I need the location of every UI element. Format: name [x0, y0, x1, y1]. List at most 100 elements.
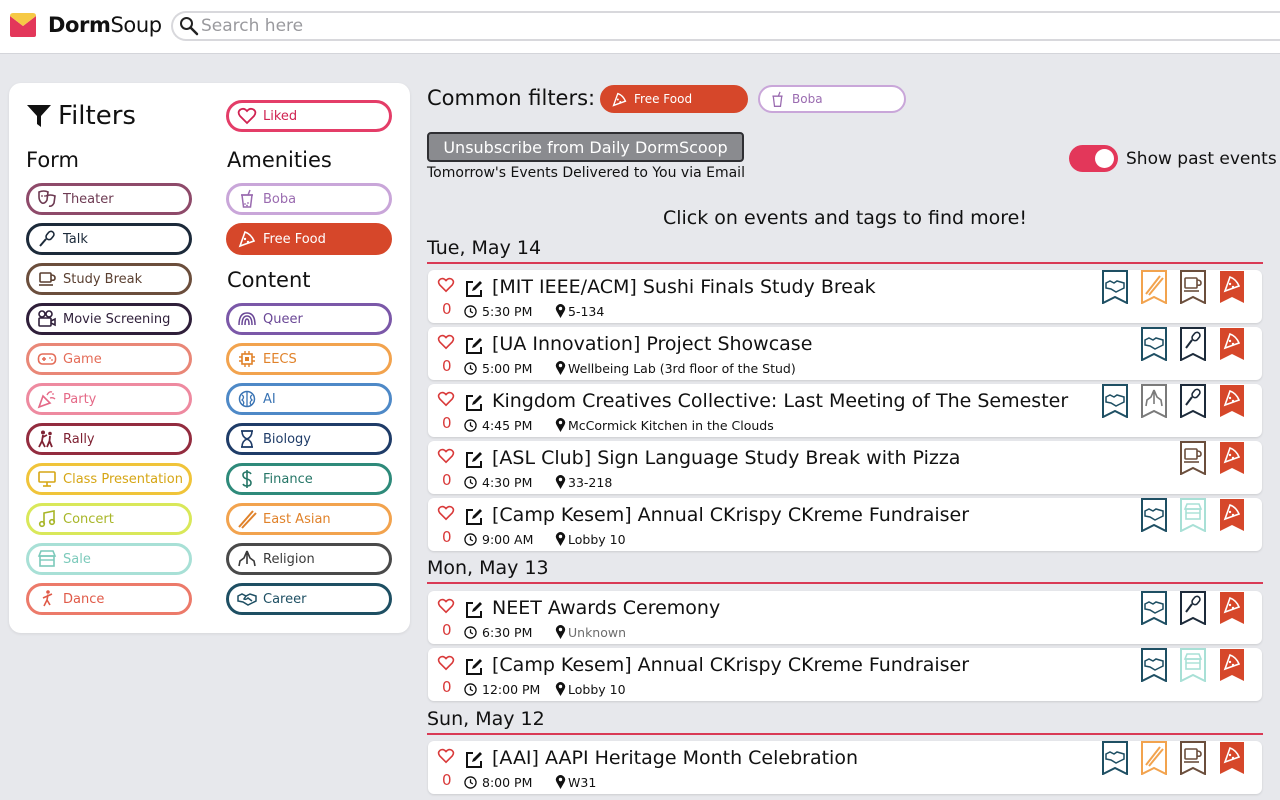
filter-boba-label: Boba	[263, 191, 297, 207]
event-card[interactable]: 0 [UA Innovation] Project Showcase 5:00 …	[428, 327, 1262, 380]
career-tag-icon[interactable]	[1102, 741, 1128, 775]
edit-icon[interactable]	[464, 393, 484, 413]
filter-career[interactable]: Career	[226, 583, 392, 615]
filter-biology[interactable]: Biology	[226, 423, 392, 455]
sale-tag-icon[interactable]	[1180, 498, 1206, 532]
search-input[interactable]	[201, 16, 1101, 36]
talk-tag-icon[interactable]	[1180, 591, 1206, 625]
event-title[interactable]: Kingdom Creatives Collective: Last Meeti…	[492, 390, 1068, 412]
career-tag-icon[interactable]	[1141, 648, 1167, 682]
career-tag-icon[interactable]	[1102, 270, 1128, 304]
career-tag-icon[interactable]	[1102, 384, 1128, 418]
filter-concert[interactable]: Concert	[26, 503, 192, 535]
religion-tag-icon[interactable]	[1141, 384, 1167, 418]
event-card[interactable]: 0 [MIT IEEE/ACM] Sushi Finals Study Brea…	[428, 270, 1262, 323]
event-location[interactable]: Unknown	[568, 625, 626, 640]
filter-religion[interactable]: Religion	[226, 543, 392, 575]
event-card[interactable]: 0 [Camp Kesem] Annual CKrispy CKreme Fun…	[428, 498, 1262, 551]
event-card[interactable]: 0 [AAI] AAPI Heritage Month Celebration …	[428, 741, 1262, 794]
filter-boba[interactable]: Boba	[226, 183, 392, 215]
filter-party[interactable]: Party	[26, 383, 192, 415]
free-food-tag-icon[interactable]	[1219, 441, 1245, 475]
event-title[interactable]: [AAI] AAPI Heritage Month Celebration	[492, 747, 858, 769]
filter-free-food[interactable]: Free Food	[226, 223, 392, 255]
filter-study-break[interactable]: Study Break	[26, 263, 192, 295]
event-card[interactable]: 0 Kingdom Creatives Collective: Last Mee…	[428, 384, 1262, 437]
career-tag-icon[interactable]	[1141, 498, 1167, 532]
free-food-tag-icon[interactable]	[1219, 648, 1245, 682]
heart-icon[interactable]	[437, 334, 455, 350]
edit-icon[interactable]	[464, 336, 484, 356]
heart-icon[interactable]	[437, 598, 455, 614]
heart-icon[interactable]	[437, 277, 455, 293]
event-card[interactable]: 0 [Camp Kesem] Annual CKrispy CKreme Fun…	[428, 648, 1262, 701]
content-heading: Content	[227, 268, 311, 292]
east-asian-tag-icon[interactable]	[1141, 741, 1167, 775]
filter-movie-screening[interactable]: Movie Screening	[26, 303, 192, 335]
event-title[interactable]: [UA Innovation] Project Showcase	[492, 333, 812, 355]
heart-icon[interactable]	[437, 655, 455, 671]
filter-rally[interactable]: Rally	[26, 423, 192, 455]
edit-icon[interactable]	[464, 507, 484, 527]
edit-icon[interactable]	[464, 657, 484, 677]
edit-icon[interactable]	[464, 600, 484, 620]
edit-icon[interactable]	[464, 750, 484, 770]
filter-sale[interactable]: Sale	[26, 543, 192, 575]
filter-class-presentation[interactable]: Class Presentation	[26, 463, 192, 495]
event-title[interactable]: [Camp Kesem] Annual CKrispy CKreme Fundr…	[492, 654, 969, 676]
show-past-events-toggle[interactable]	[1069, 145, 1118, 172]
free-food-tag-icon[interactable]	[1219, 384, 1245, 418]
filter-finance[interactable]: Finance	[226, 463, 392, 495]
filter-game[interactable]: Game	[26, 343, 192, 375]
event-title[interactable]: [Camp Kesem] Annual CKrispy CKreme Fundr…	[492, 504, 969, 526]
filter-queer[interactable]: Queer	[226, 303, 392, 335]
free-food-tag-icon[interactable]	[1219, 270, 1245, 304]
event-location[interactable]: Lobby 10	[568, 682, 626, 697]
edit-icon[interactable]	[464, 450, 484, 470]
east-asian-tag-icon[interactable]	[1141, 270, 1167, 304]
career-tag-icon[interactable]	[1141, 327, 1167, 361]
event-location[interactable]: McCormick Kitchen in the Clouds	[568, 418, 774, 433]
common-filter-boba[interactable]: Boba	[758, 85, 906, 113]
event-location[interactable]: 5-134	[568, 304, 604, 319]
logo[interactable]: DormSoup	[8, 12, 162, 38]
filter-sale-label: Sale	[63, 551, 91, 567]
filter-talk[interactable]: Talk	[26, 223, 192, 255]
filter-theater[interactable]: Theater	[26, 183, 192, 215]
search-bar[interactable]	[171, 11, 1280, 41]
career-tag-icon[interactable]	[1141, 591, 1167, 625]
free-food-tag-icon[interactable]	[1219, 327, 1245, 361]
edit-icon[interactable]	[464, 279, 484, 299]
study-break-tag-icon[interactable]	[1180, 741, 1206, 775]
study-break-tag-icon[interactable]	[1180, 441, 1206, 475]
event-location[interactable]: W31	[568, 775, 596, 790]
talk-tag-icon[interactable]	[1180, 384, 1206, 418]
event-card[interactable]: 0 [ASL Club] Sign Language Study Break w…	[428, 441, 1262, 494]
filter-east-asian[interactable]: East Asian	[226, 503, 392, 535]
heart-icon[interactable]	[437, 448, 455, 464]
heart-icon[interactable]	[437, 391, 455, 407]
talk-tag-icon[interactable]	[1180, 327, 1206, 361]
event-title[interactable]: NEET Awards Ceremony	[492, 597, 720, 619]
event-location[interactable]: Wellbeing Lab (3rd floor of the Stud)	[568, 361, 796, 376]
sale-tag-icon[interactable]	[1180, 648, 1206, 682]
event-time: 9:00 AM	[482, 532, 534, 547]
heart-icon[interactable]	[437, 505, 455, 521]
event-card[interactable]: 0 NEET Awards Ceremony 6:30 PM Unknown	[428, 591, 1262, 644]
event-title[interactable]: [MIT IEEE/ACM] Sushi Finals Study Break	[492, 276, 876, 298]
day-heading: Mon, May 13	[427, 557, 549, 579]
filter-liked[interactable]: Liked	[226, 100, 392, 132]
free-food-tag-icon[interactable]	[1219, 741, 1245, 775]
free-food-tag-icon[interactable]	[1219, 591, 1245, 625]
event-location[interactable]: 33-218	[568, 475, 612, 490]
event-title[interactable]: [ASL Club] Sign Language Study Break wit…	[492, 447, 960, 469]
free-food-tag-icon[interactable]	[1219, 498, 1245, 532]
common-filter-free-food[interactable]: Free Food	[600, 85, 748, 113]
study-break-tag-icon[interactable]	[1180, 270, 1206, 304]
filter-eecs[interactable]: EECS	[226, 343, 392, 375]
event-location[interactable]: Lobby 10	[568, 532, 626, 547]
unsubscribe-button[interactable]: Unsubscribe from Daily DormScoop	[427, 132, 744, 162]
filter-ai[interactable]: AI	[226, 383, 392, 415]
heart-icon[interactable]	[437, 748, 455, 764]
filter-dance[interactable]: Dance	[26, 583, 192, 615]
